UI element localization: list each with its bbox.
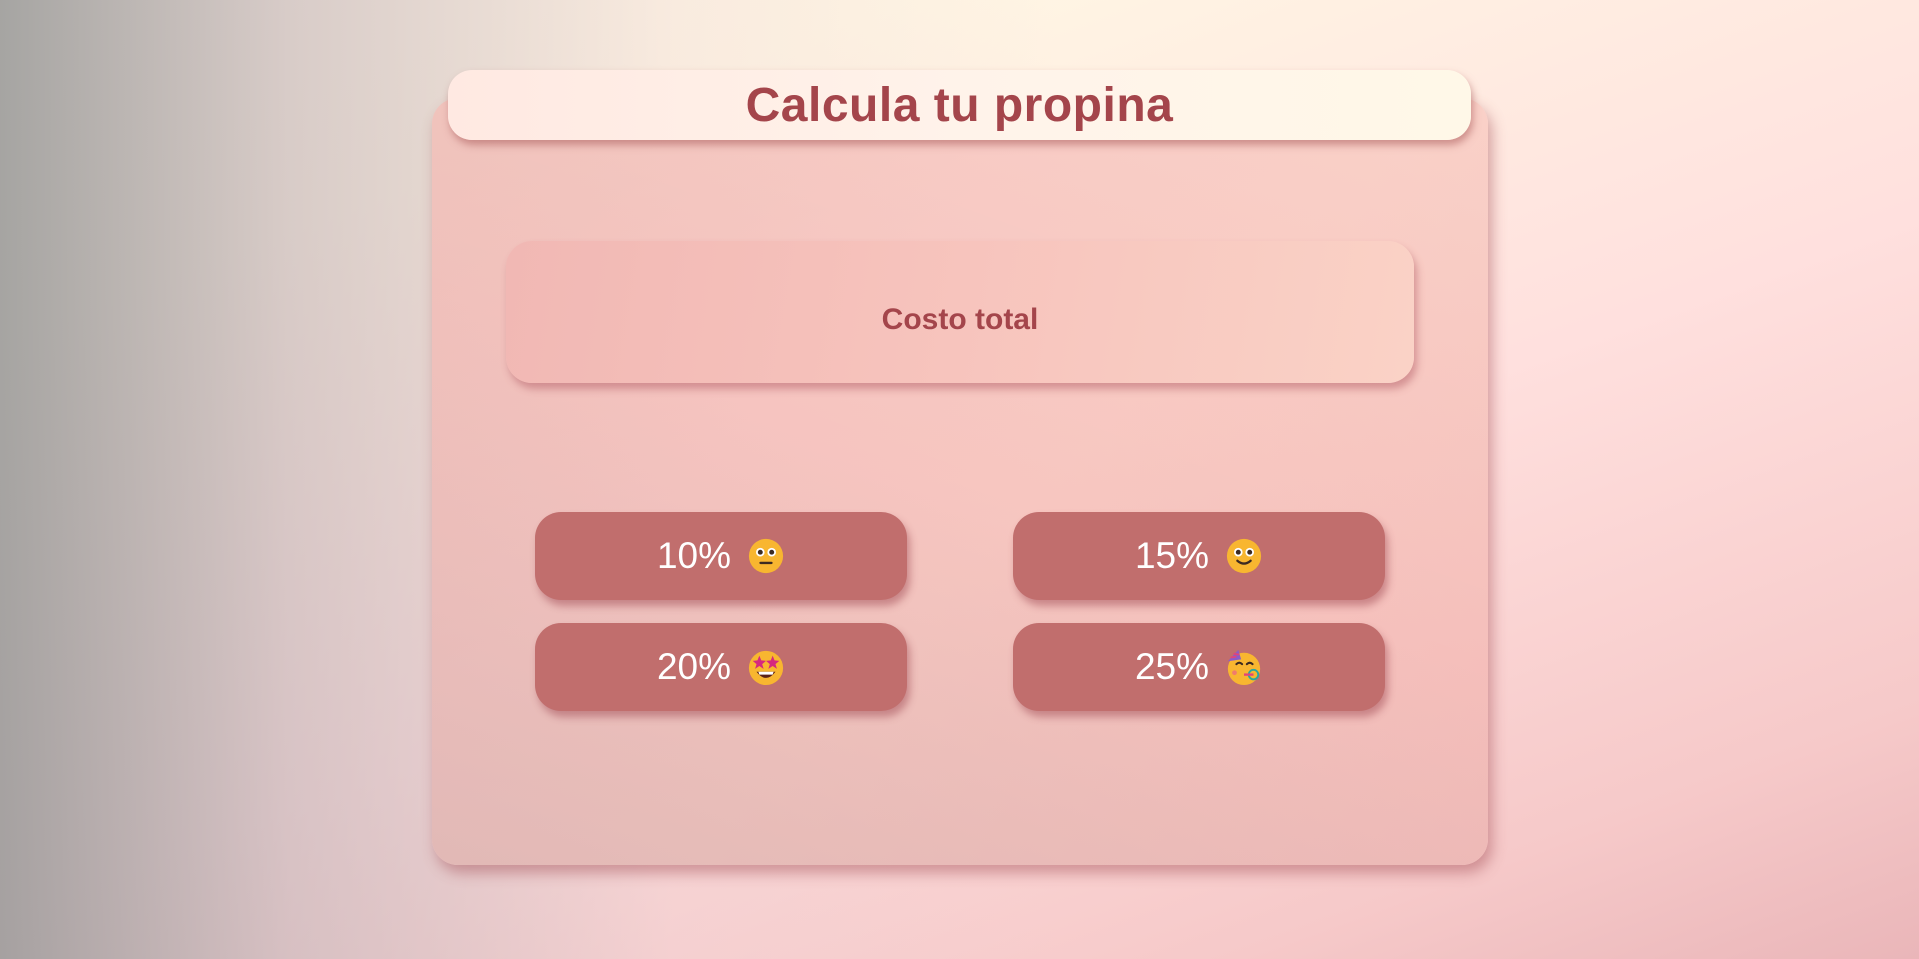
- tip-20-button[interactable]: 20%: [535, 623, 907, 711]
- star-struck-face-icon: [748, 650, 784, 686]
- total-cost-display: Costo total: [506, 241, 1414, 383]
- tip-15-label: 15%: [1134, 535, 1210, 576]
- total-cost-label: Costo total: [881, 303, 1039, 336]
- title-bar: Calcula tu propina: [448, 70, 1471, 140]
- tip-15-button[interactable]: 15%: [1013, 512, 1385, 600]
- partying-face-icon: [1227, 649, 1261, 686]
- tip-25-label: 25%: [1134, 646, 1210, 687]
- page-title: Calcula tu propina: [745, 78, 1174, 132]
- tip-20-label: 20%: [656, 646, 732, 687]
- tip-10-label: 10%: [656, 535, 732, 576]
- neutral-face-icon: [748, 538, 784, 574]
- tip-10-button[interactable]: 10%: [535, 512, 907, 600]
- calculator-card: [432, 98, 1488, 865]
- smiling-face-icon: [1226, 538, 1262, 574]
- tip-25-button[interactable]: 25%: [1013, 623, 1385, 711]
